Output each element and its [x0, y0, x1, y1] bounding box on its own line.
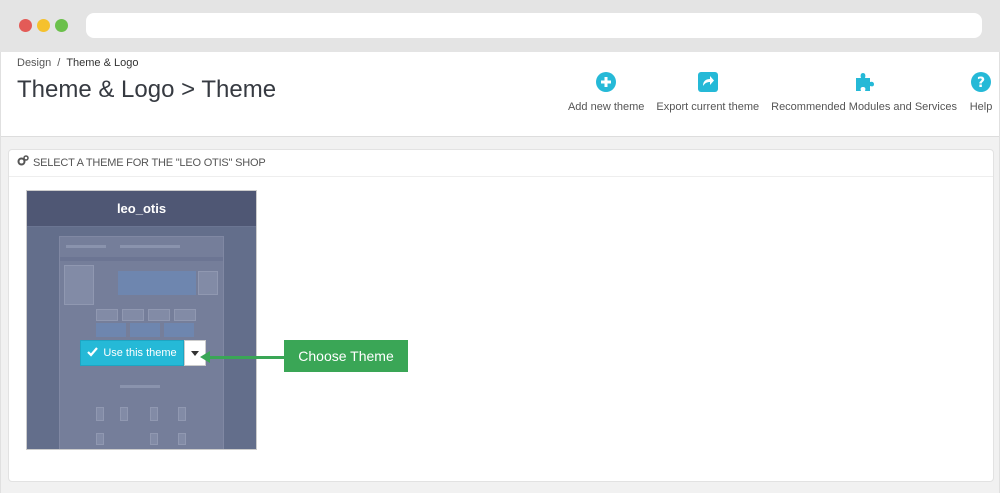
help-label: Help — [969, 101, 993, 113]
page-title: Theme & Logo > Theme — [17, 76, 277, 103]
use-this-theme-label: Use this theme — [103, 347, 177, 359]
export-current-theme-button[interactable]: Export current theme — [650, 70, 765, 113]
page-header-toolbar: Design / Theme & Logo Theme & Logo > The… — [1, 52, 999, 137]
add-new-theme-button[interactable]: Add new theme — [562, 70, 650, 113]
help-button[interactable]: ? Help — [963, 70, 999, 113]
question-icon: ? — [969, 70, 993, 94]
minimize-window-dot[interactable] — [37, 19, 50, 32]
toolbar-actions: Add new theme Export current theme Recom… — [562, 70, 999, 113]
svg-text:?: ? — [977, 75, 985, 91]
cogs-icon — [17, 154, 29, 172]
maximize-window-dot[interactable] — [55, 19, 68, 32]
share-icon — [696, 70, 720, 94]
choose-theme-callout: Choose Theme — [284, 340, 408, 372]
caret-down-icon — [191, 350, 199, 356]
breadcrumb-current: Theme & Logo — [66, 57, 139, 69]
theme-selection-panel: Select a theme for the "Leo Otis" shop l… — [8, 149, 994, 482]
browser-chrome — [0, 0, 1000, 52]
use-this-theme-button[interactable]: Use this theme — [80, 340, 184, 366]
recommended-modules-button[interactable]: Recommended Modules and Services — [765, 70, 963, 113]
breadcrumb: Design / Theme & Logo — [17, 57, 138, 69]
theme-name: leo_otis — [27, 191, 256, 227]
recommended-modules-label: Recommended Modules and Services — [771, 101, 957, 113]
callout-arrow-line — [208, 356, 285, 359]
breadcrumb-separator: / — [57, 57, 61, 69]
theme-card: leo_otis Use this theme — [26, 190, 257, 450]
plus-circle-icon — [594, 70, 618, 94]
add-new-theme-label: Add new theme — [567, 101, 645, 113]
export-current-theme-label: Export current theme — [656, 101, 760, 113]
puzzle-icon — [852, 70, 876, 94]
breadcrumb-design[interactable]: Design — [17, 57, 51, 69]
address-bar[interactable] — [86, 13, 982, 38]
panel-heading: Select a theme for the "Leo Otis" shop — [9, 150, 993, 177]
panel-heading-text: Select a theme for the "Leo Otis" shop — [33, 157, 266, 169]
close-window-dot[interactable] — [19, 19, 32, 32]
check-icon — [87, 346, 99, 360]
theme-card-overlay — [27, 227, 256, 449]
admin-window: Design / Theme & Logo Theme & Logo > The… — [0, 52, 1000, 493]
